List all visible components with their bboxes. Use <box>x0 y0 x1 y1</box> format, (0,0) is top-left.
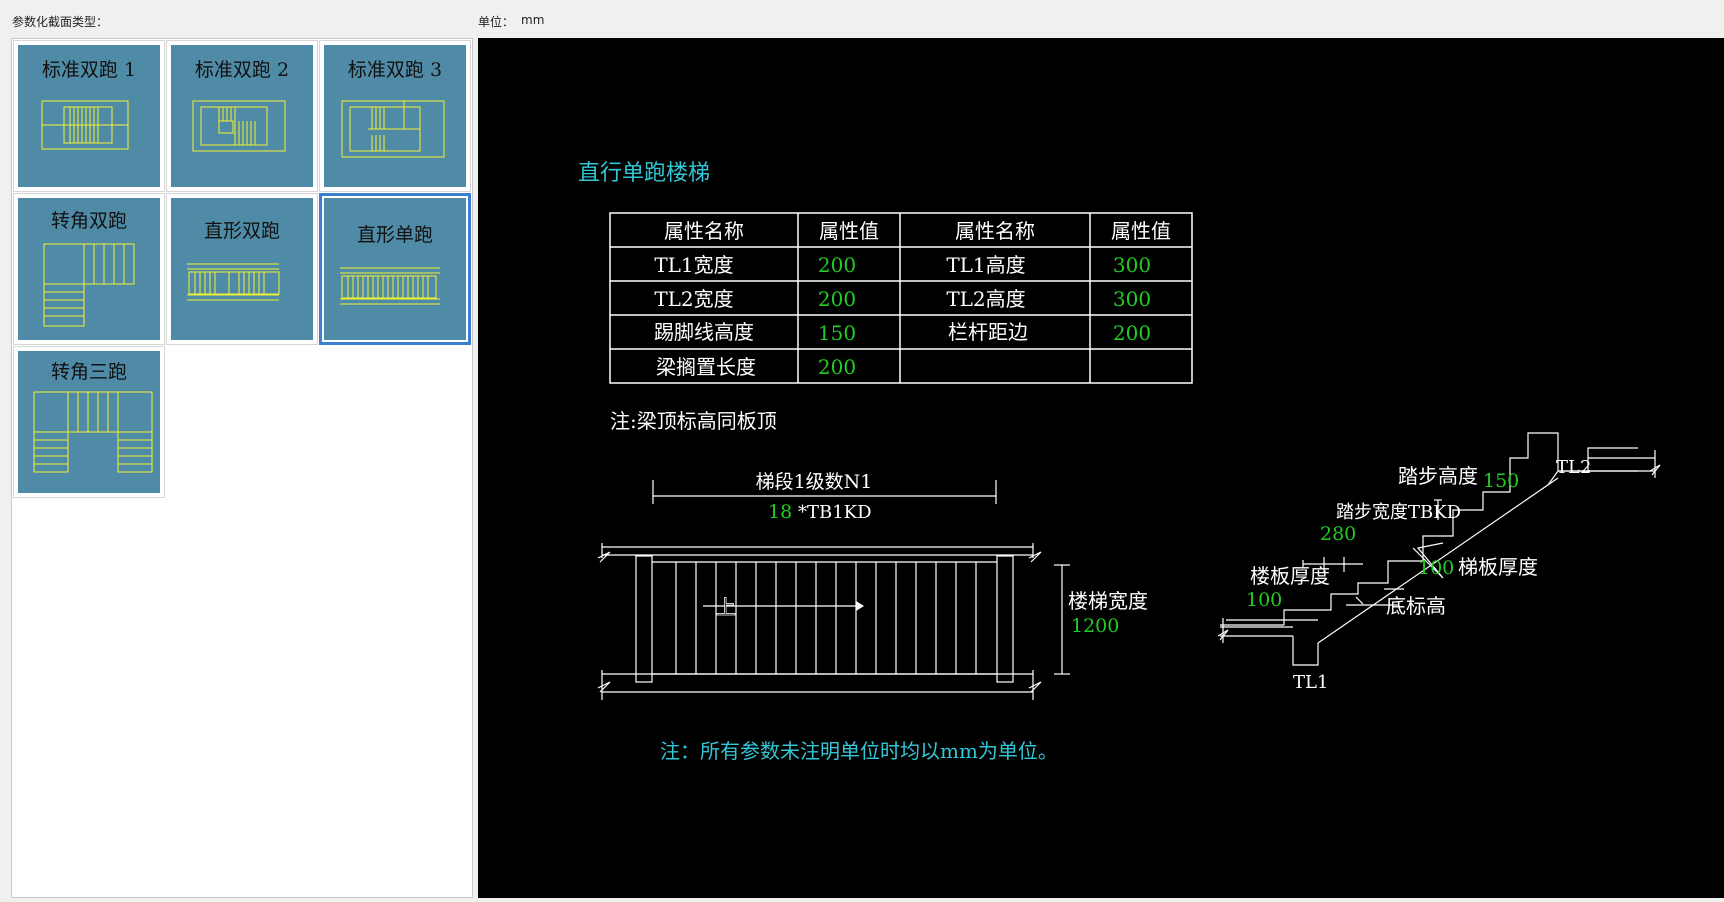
table-cell-name: TL1高度 <box>946 253 1025 277</box>
width-value: 1200 <box>1071 615 1119 637</box>
steps-count: 18 <box>768 501 792 523</box>
stair-thickness-value: 100 <box>1418 557 1454 579</box>
section-type-list: 标准双跑 1 标准双跑 2 标准双跑 3 转角双跑 直形双跑 直形单跑 转角三跑 <box>11 38 473 898</box>
cad-preview-canvas: 直行单跑楼梯 属性名称 属性值 属性名称 属性值 TL1宽度 200 TL1高度… <box>478 38 1724 898</box>
preview-title: 直行单跑楼梯 <box>578 161 710 186</box>
table-cell-name: TL1宽度 <box>654 253 733 277</box>
up-label: 上 <box>716 595 736 619</box>
table-cell-name: TL2宽度 <box>654 287 733 311</box>
step-width-value: 280 <box>1320 523 1356 545</box>
width-label: 楼梯宽度 <box>1068 589 1148 613</box>
note-units: 注：所有参数未注明单位时均以mm为单位。 <box>660 739 1058 763</box>
table-cell-value: 200 <box>818 287 856 311</box>
stair-plan-icon <box>41 100 129 150</box>
thumb-straight-single[interactable]: 直形单跑 <box>319 193 471 345</box>
slab-thickness-label: 楼板厚度 <box>1250 564 1330 588</box>
table-cell-name: 栏杆距边 <box>948 320 1028 344</box>
tl2-label: TL2 <box>1556 457 1591 478</box>
stair-plan-icon <box>33 391 153 473</box>
cad-drawing: 直行单跑楼梯 属性名称 属性值 属性名称 属性值 TL1宽度 200 TL1高度… <box>578 161 1661 763</box>
step-width-label: 踏步宽度TBKD <box>1336 502 1461 523</box>
steps-formula: *TB1KD <box>798 502 872 523</box>
stair-plan-icon <box>187 263 280 301</box>
table-header: 属性名称 <box>955 219 1035 243</box>
thumb-corner-double[interactable]: 转角双跑 <box>13 193 165 345</box>
stair-plan-icon <box>340 267 440 305</box>
table-header: 属性值 <box>1111 219 1171 243</box>
thumb-standard-double-1[interactable]: 标准双跑 1 <box>13 40 165 192</box>
up-arrow-icon <box>856 601 864 611</box>
thumb-standard-double-2[interactable]: 标准双跑 2 <box>166 40 318 192</box>
stair-plan-icon <box>43 243 135 327</box>
table-cell-value: 200 <box>818 253 856 277</box>
table-cell-value: 300 <box>1113 253 1151 277</box>
thumb-corner-triple[interactable]: 转角三跑 <box>13 346 165 498</box>
tl1-label: TL1 <box>1293 672 1328 693</box>
thumb-straight-double[interactable]: 直形双跑 <box>166 193 318 345</box>
slab-thickness-value: 100 <box>1246 589 1282 611</box>
thumb-standard-double-3[interactable]: 标准双跑 3 <box>319 40 471 192</box>
steps-label: 梯段1级数N1 <box>756 471 873 493</box>
table-cell-name: 梁搁置长度 <box>656 355 756 379</box>
table-cell-value: 200 <box>818 355 856 379</box>
table-header: 属性值 <box>819 219 879 243</box>
note-beam: 注:梁顶标高同板顶 <box>610 409 777 433</box>
table-cell-name: TL2高度 <box>946 287 1025 311</box>
table-cell-value: 200 <box>1113 321 1151 345</box>
table-cell-value: 300 <box>1113 287 1151 311</box>
unit-value: mm <box>521 13 545 27</box>
table-cell-name: 踢脚线高度 <box>654 320 754 344</box>
section-type-label: 参数化截面类型： <box>12 15 109 29</box>
step-height-label: 踏步高度 <box>1398 464 1478 488</box>
unit-label: 单位： <box>478 15 515 29</box>
stair-thickness-label: 梯板厚度 <box>1458 555 1538 579</box>
table-header: 属性名称 <box>664 219 744 243</box>
step-height-value: 150 <box>1483 470 1519 492</box>
bottom-elev-label: 底标高 <box>1386 594 1446 618</box>
stair-plan-icon <box>192 100 286 152</box>
stair-plan-icon <box>341 100 445 158</box>
table-cell-value: 150 <box>818 321 856 345</box>
